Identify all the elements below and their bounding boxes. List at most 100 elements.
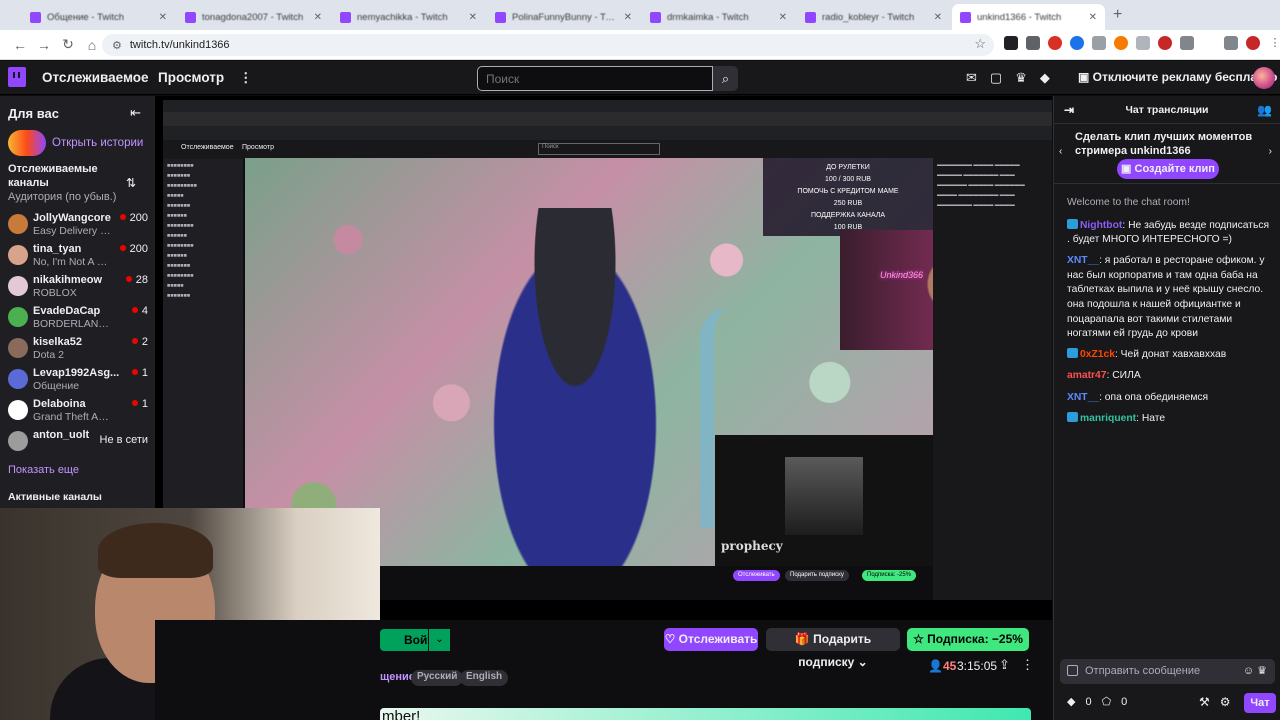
chevron-right-icon[interactable]: › [1269,146,1272,157]
subscribe-button[interactable]: ☆ Подписка: −25% ⌄ [907,628,1029,669]
crown-icon[interactable]: ♛ [1015,70,1027,86]
close-tab-icon[interactable]: ✕ [1089,12,1097,23]
chat-username[interactable]: Nightbot [1080,220,1122,231]
sidebar-channel[interactable]: JollyWangcore Easy Delivery C... 200 [8,211,148,241]
extension-icon[interactable] [1026,36,1040,50]
sidebar-channel[interactable]: tina_tyan No, I'm Not A H... 200 [8,242,148,272]
browser-menu-icon[interactable]: ⋮ [1268,36,1280,50]
channel-game: Easy Delivery C... [33,225,111,237]
user-avatar[interactable] [1253,67,1275,89]
profile-avatar[interactable] [1246,36,1260,50]
extension-icon[interactable] [1004,36,1018,50]
search-icon[interactable]: ⌕ [713,66,738,91]
chat-users-icon[interactable]: 👥 [1257,96,1272,124]
follow-button[interactable]: ♡ Отслеживать [664,628,758,651]
twitch-logo-icon[interactable] [8,67,26,87]
channel-name: tina_tyan [33,243,82,255]
category-link[interactable]: щение [380,671,415,683]
tag-english[interactable]: English [460,670,509,686]
browser-tab[interactable]: nemyachikka - Twitch ✕ [332,4,485,30]
new-tab-icon[interactable]: + [1113,6,1122,24]
close-tab-icon[interactable]: ✕ [159,12,167,23]
collapse-sidebar-icon[interactable]: ⇤ [130,105,141,121]
extension-icon[interactable] [1136,36,1150,50]
browser-tab[interactable]: tonagdona2007 - Twitch ✕ [177,4,330,30]
collapse-chat-icon[interactable]: ⇥ [1064,96,1074,124]
chat-username[interactable]: XNT__ [1067,255,1099,266]
site-info-icon[interactable]: ⚙ [112,39,122,52]
channel-avatar [8,369,28,389]
forward-icon[interactable]: → [32,37,56,53]
stories-button[interactable]: Открыть истории [8,130,143,156]
browser-tab[interactable]: drmkaimka - Twitch ✕ [642,4,795,30]
extension-icon[interactable] [1070,36,1084,50]
nav-following[interactable]: Отслеживаемое [42,70,149,85]
chat-badge-icon[interactable] [1067,348,1078,359]
extension-icon[interactable] [1114,36,1128,50]
nav-browse[interactable]: Просмотр [158,70,224,85]
chat-badge-icon[interactable] [1067,218,1078,229]
close-tab-icon[interactable]: ✕ [314,12,322,23]
sort-icon[interactable]: ⇅ [126,176,136,190]
ad-free-button[interactable]: ▣ Отключите рекламу бесплатно [1078,70,1277,84]
browser-tab[interactable]: PolinaFunnyBunny - Twitch ✕ [487,4,640,30]
tag-russian[interactable]: Русский [411,670,464,686]
channel-avatar [8,307,28,327]
gift-sub-button[interactable]: 🎁 Подарить подписку ⌄ [766,628,900,669]
more-options-icon[interactable]: ⋮ [1021,657,1034,673]
chat-username[interactable]: 0xZ1ck [1080,349,1115,360]
bits-icon[interactable]: ◆ [1040,70,1050,86]
sidebar-channel[interactable]: kiselka52 Dota 2 2 [8,335,148,365]
show-more-link[interactable]: Показать еще [8,464,79,476]
sidebar-channel[interactable]: Levap1992Asg... Общение 1 [8,366,148,396]
channel-name: EvadeDaCap [33,305,101,317]
twitch-favicon-icon [340,11,351,23]
extension-icon[interactable] [1048,36,1062,50]
home-icon[interactable]: ⌂ [80,37,104,53]
neon-sign: Unkind366 [880,270,924,280]
chevron-left-icon[interactable]: ‹ [1059,146,1062,157]
channel-points-icon[interactable]: ◆ [1067,695,1075,708]
extensions-puzzle-icon[interactable] [1180,36,1194,50]
create-clip-button[interactable]: ▣ Создайте клип [1117,159,1219,179]
chat-settings-icon[interactable]: ⚙ [1220,695,1231,709]
sidebar-channel[interactable]: Delaboina Grand Theft Au... 1 [8,397,148,427]
browser-tab[interactable]: Общение - Twitch ✕ [22,4,175,30]
emote-icon[interactable]: ☺ ♛ [1243,664,1267,677]
chat-username[interactable]: XNT__ [1067,392,1099,403]
url-field[interactable]: ⚙ twitch.tv/unkind1366 ☆ [102,34,994,56]
chat-send-button[interactable]: Чат [1244,693,1276,713]
chat-username[interactable]: amatr47 [1067,370,1107,381]
close-tab-icon[interactable]: ✕ [934,12,942,23]
close-tab-icon[interactable]: ✕ [779,12,787,23]
reload-icon[interactable]: ↻ [56,36,80,53]
stories-label: Открыть истории [52,137,144,149]
browser-tab[interactable]: radio_kobleyr - Twitch ✕ [797,4,950,30]
chat-badge-icon[interactable] [1067,411,1078,422]
share-icon[interactable]: ⇪ [999,657,1010,673]
bookmark-star-icon[interactable]: ☆ [974,36,986,52]
bits-icon[interactable]: ⬠ [1102,695,1112,708]
chat-username[interactable]: manriquent [1080,413,1136,424]
chat-input[interactable]: Отправить сообщение ☺ ♛ [1060,659,1275,684]
extension-icon[interactable] [1092,36,1106,50]
mod-tools-icon[interactable]: ⚒ [1199,695,1210,709]
sidebar-channel[interactable]: nikakihmeow ROBLOX 28 [8,273,148,303]
channel-avatar [8,431,28,451]
extension-icon[interactable] [1158,36,1172,50]
whispers-icon[interactable]: ▢ [990,70,1002,86]
sidebar-channel[interactable]: EvadeDaCap BORDERLAND... 4 [8,304,148,334]
extension-icon[interactable] [1202,36,1216,50]
bits-cheer-icon[interactable] [1067,665,1078,676]
sidebar-channel[interactable]: anton_uolt Не в сети [8,428,148,458]
back-icon[interactable]: ← [8,37,32,53]
reading-list-icon[interactable] [1224,36,1238,50]
nav-more-icon[interactable]: ⋮ [239,70,253,86]
join-dropdown-icon[interactable]: ⌄ [428,629,450,651]
channel-viewers: 1 [132,367,148,379]
close-tab-icon[interactable]: ✕ [624,12,632,23]
inbox-icon[interactable]: ✉ [966,70,977,86]
close-tab-icon[interactable]: ✕ [469,12,477,23]
browser-tab[interactable]: unkind1366 - Twitch ✕ [952,4,1105,30]
search-input[interactable] [477,66,713,91]
